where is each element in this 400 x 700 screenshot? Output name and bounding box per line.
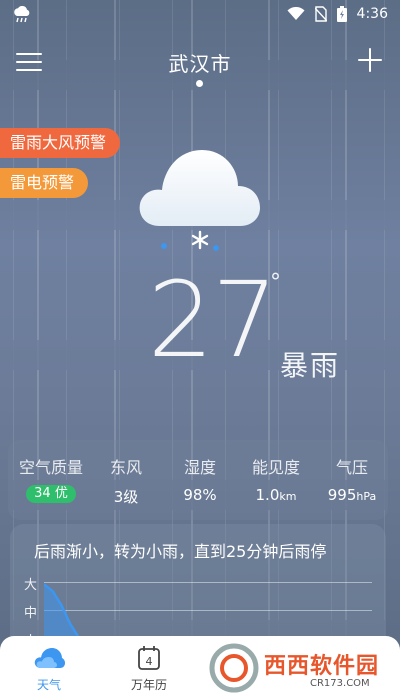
metric-label: 东风 [109,458,142,477]
metric-value: 3级 [113,488,139,506]
metric-value: 995hPa [327,486,377,504]
metric-pressure: 气压 995hPa [316,454,388,504]
alert-badge-thunder[interactable]: 雷电预警 [0,168,89,198]
metric-value: 98% [183,486,217,504]
status-time: 4:36 [356,6,388,22]
watermark-emblem-icon [209,643,259,693]
weather-condition: 暴雨 [280,349,341,382]
metric-air-quality[interactable]: 空气质量 34 优 [14,454,88,503]
nav-tab-weather[interactable]: 天气 [14,644,84,693]
add-city-button[interactable] [356,46,384,74]
nav-tab-calendar[interactable]: 4 万年历 [114,644,184,693]
metric-label: 能见度 [251,458,300,477]
weather-status-icon [14,6,30,23]
metric-label: 空气质量 [18,458,83,477]
metric-value: 1.0km [255,486,297,504]
degree-symbol: ° [270,270,281,295]
metric-label: 湿度 [183,458,216,477]
metric-wind: 东风 3级 [96,454,156,507]
level-label-medium: 中 [24,606,38,621]
calendar-icon: 4 [138,646,160,670]
aqi-badge: 34 优 [26,485,76,503]
temperature-value: 27 [147,259,278,381]
weather-cloud-icon [34,648,65,668]
status-bar: 4:36 [0,0,400,32]
precipitation-forecast-card[interactable]: 后雨渐小，转为小雨，直到25分钟后雨停 大 中 小 [10,524,386,654]
no-sim-icon [314,6,327,22]
city-title[interactable]: 武汉市 [0,48,400,77]
header: 武汉市 [0,40,400,90]
metric-label: 气压 [335,458,368,477]
watermark-logo: 西西软件园 CR173.COM [200,640,390,696]
metric-humidity: 湿度 98% [170,454,230,504]
page-indicator-dot [196,80,203,87]
level-label-heavy: 大 [24,578,38,593]
metric-visibility: 能见度 1.0km [244,454,308,504]
svg-text:4: 4 [146,655,153,668]
cloud-snow-icon [139,150,260,251]
nav-label: 天气 [36,678,61,692]
alert-badge-storm-wind[interactable]: 雷雨大风预警 [0,128,121,158]
forecast-summary: 后雨渐小，转为小雨，直到25分钟后雨停 [34,542,327,561]
battery-charging-icon [336,6,347,22]
wifi-icon [287,7,305,20]
nav-label: 万年历 [130,678,167,692]
